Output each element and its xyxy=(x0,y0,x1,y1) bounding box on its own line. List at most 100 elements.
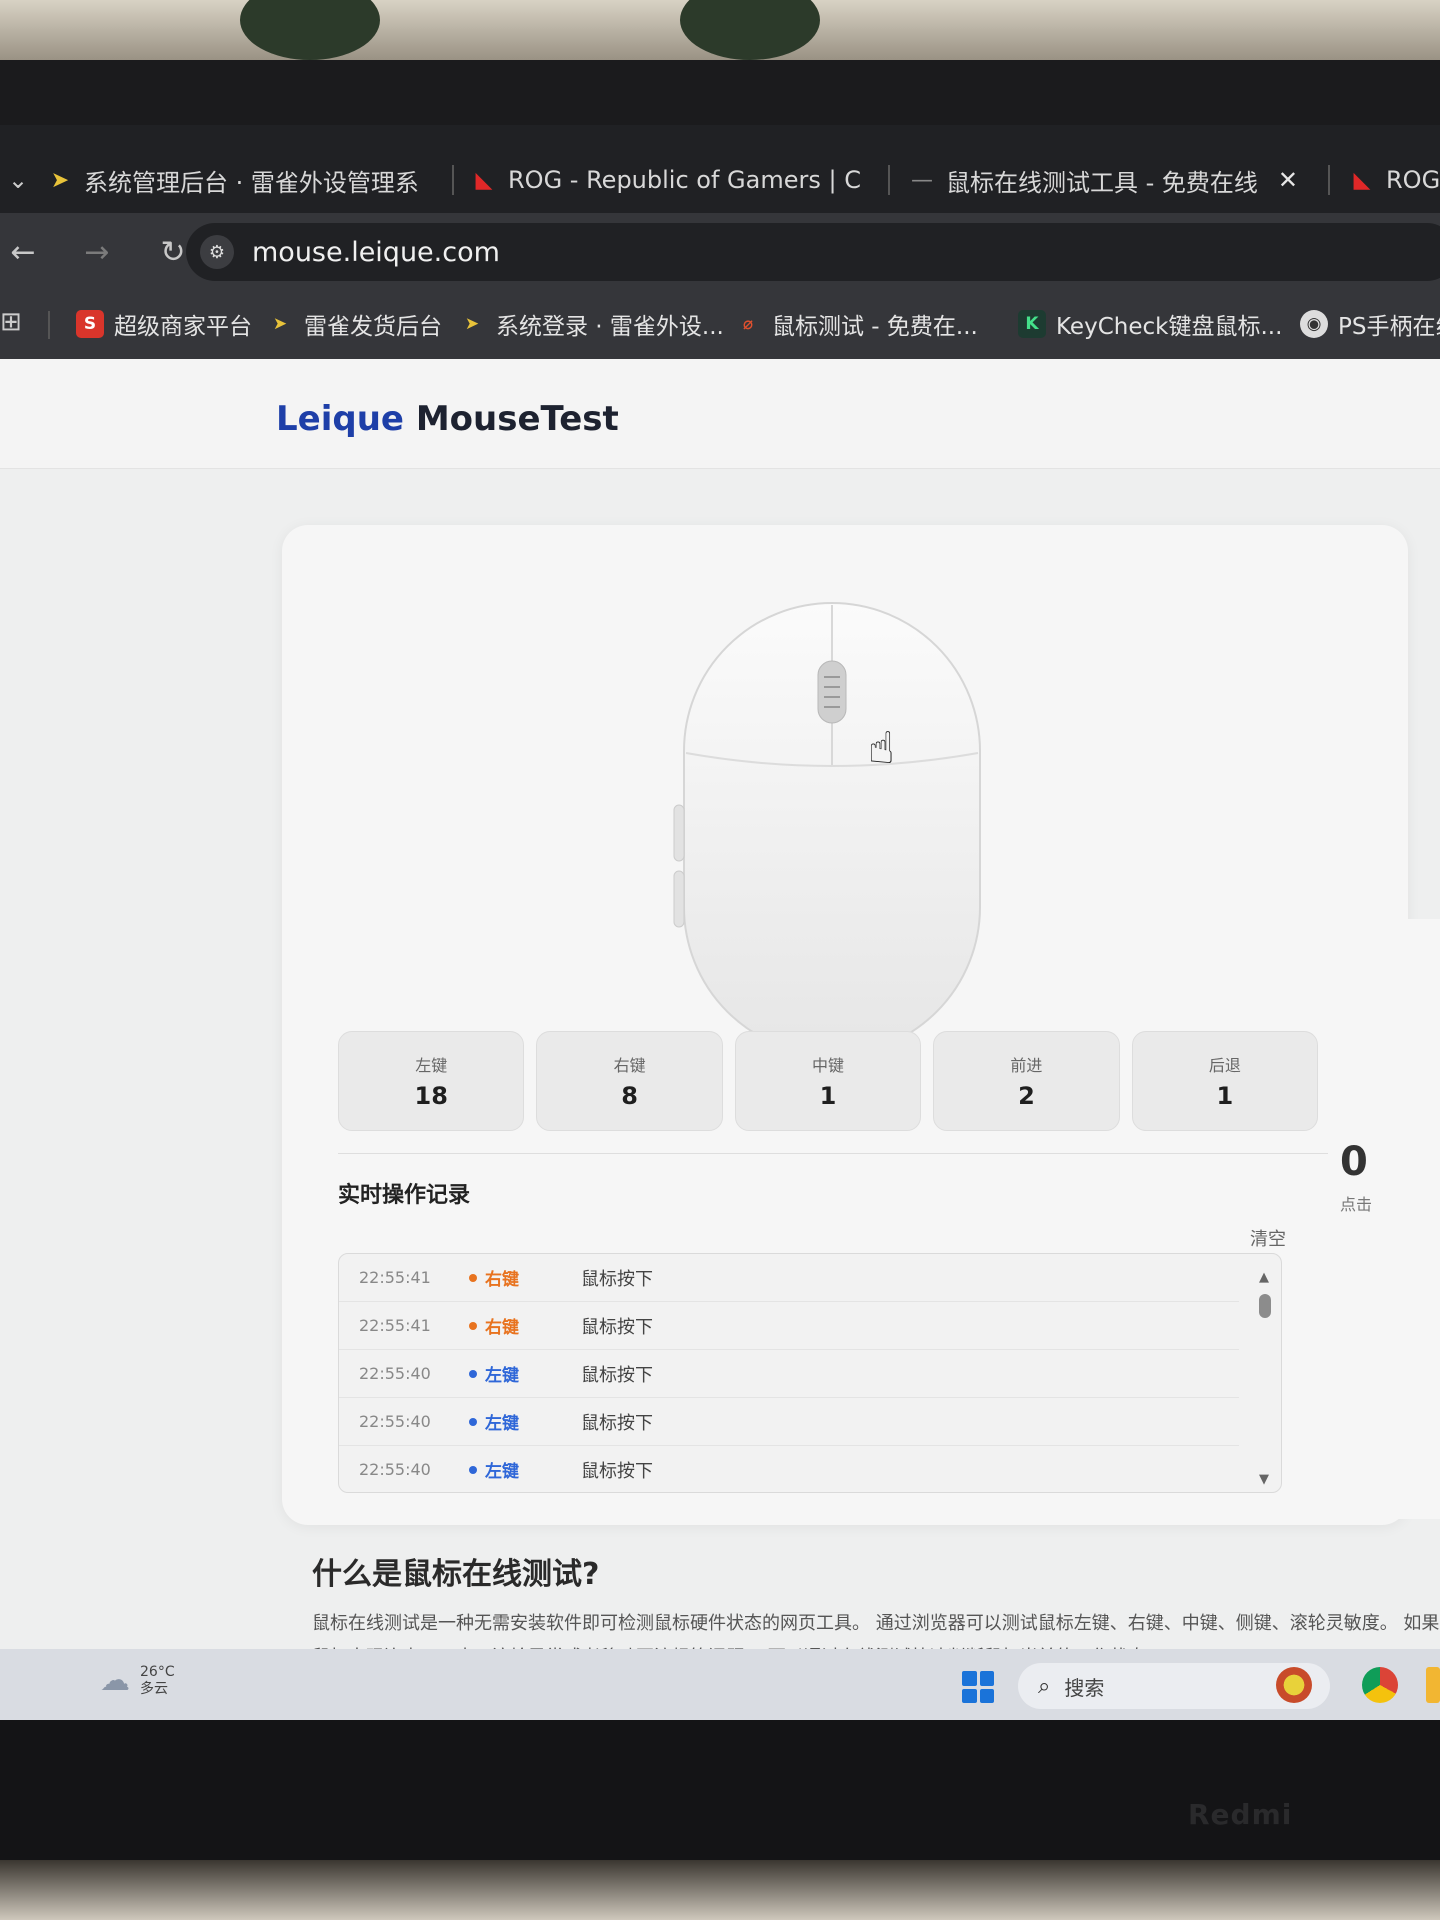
rog-icon: ◣ xyxy=(1353,167,1371,193)
mouse-test-card: ☝ 左键 18 右键 8 中键 1 前进 2 后退 1 实时操作记录 清空 22… xyxy=(282,525,1408,1525)
rog-icon: ◣ xyxy=(475,167,493,193)
log-time: 22:55:41 xyxy=(359,1316,431,1335)
back-arrow-icon[interactable]: ← xyxy=(0,235,46,270)
log-row: 22:55:40 左键 鼠标按下 xyxy=(339,1446,1239,1492)
stat-label: 右键 xyxy=(613,1056,646,1075)
windows-taskbar: ☁ 26°C 多云 ⌕ 搜索 xyxy=(0,1649,1440,1720)
bookmark-label: KeyCheck键盘鼠标... xyxy=(1056,314,1283,340)
address-bar[interactable]: ⚙ mouse.leique.com xyxy=(186,223,1440,281)
tab-divider xyxy=(452,165,454,195)
clear-log-button[interactable]: 清空 xyxy=(1250,1225,1286,1251)
chrome-icon[interactable] xyxy=(1362,1667,1398,1703)
side-button-forward[interactable] xyxy=(673,804,685,862)
button-stats: 左键 18 右键 8 中键 1 前进 2 后退 1 xyxy=(338,1031,1319,1131)
bookmark-item[interactable]: ➤ 雷雀发货后台 xyxy=(266,307,442,341)
weather-temperature: 26°C xyxy=(140,1663,175,1680)
log-key: 右键 xyxy=(485,1270,519,1290)
mouse-graphic: ☝ xyxy=(673,602,981,1056)
leique-icon: ➤ xyxy=(272,314,288,334)
stat-value: 1 xyxy=(1216,1082,1234,1110)
tab-list-dropdown[interactable]: ⌄ xyxy=(0,155,40,205)
bookmarks-bar: ⊞ S 超级商家平台 ➤ 雷雀发货后台 ➤ 系统登录 · 雷雀外设... ⌀ 鼠… xyxy=(0,291,1440,359)
stat-value: 2 xyxy=(1018,1082,1035,1110)
mouse-illustration[interactable]: ☝ xyxy=(672,595,992,1065)
scroll-down-arrow-icon[interactable]: ▼ xyxy=(1259,1472,1269,1487)
stat-label: 前进 xyxy=(1010,1056,1043,1075)
search-label: 搜索 xyxy=(1064,1675,1105,1700)
tab-divider xyxy=(888,165,890,195)
tab-admin[interactable]: ➤ 系统管理后台 · 雷雀外设管理系 ✕ xyxy=(48,155,438,205)
stat-left-button: 左键 18 xyxy=(338,1031,525,1131)
url-text[interactable]: mouse.leique.com xyxy=(252,237,500,268)
browser-toolbar: ← → ↻ ⚙ mouse.leique.com xyxy=(0,213,1440,291)
log-time: 22:55:40 xyxy=(359,1364,431,1383)
tab-rog-2[interactable]: ◣ ROG xyxy=(1350,155,1440,205)
bookmark-label: 鼠标测试 - 免费在... xyxy=(772,314,978,340)
tab-title: ROG - Republic of Gamers | C xyxy=(508,166,861,194)
bookmark-label: 系统登录 · 雷雀外设... xyxy=(496,314,724,340)
section-divider xyxy=(338,1153,1328,1154)
stat-label: 左键 xyxy=(415,1056,448,1075)
cloud-icon: ☁ xyxy=(100,1663,130,1698)
bookmark-item[interactable]: ➤ 系统登录 · 雷雀外设... xyxy=(458,307,724,341)
log-key: 左键 xyxy=(485,1414,519,1434)
side-panel-label: 点击 xyxy=(1340,1195,1373,1214)
log-action: 鼠标按下 xyxy=(581,1316,653,1338)
status-dot xyxy=(469,1273,477,1282)
desk-surface xyxy=(0,1860,1440,1920)
log-action: 鼠标按下 xyxy=(581,1460,653,1482)
file-explorer-icon[interactable] xyxy=(1426,1667,1440,1703)
log-time: 22:55:40 xyxy=(359,1412,431,1431)
windows-start-icon[interactable] xyxy=(962,1671,994,1703)
browser-tab-bar: ⌄ ➤ 系统管理后台 · 雷雀外设管理系 ✕ ◣ ROG - Republic … xyxy=(0,125,1440,213)
log-row: 22:55:40 左键 鼠标按下 xyxy=(339,1350,1239,1398)
bookmark-divider xyxy=(48,311,50,339)
ps-icon: ◉ xyxy=(1300,310,1328,338)
logo-brand: Leique xyxy=(276,399,404,439)
close-icon[interactable]: ✕ xyxy=(1278,166,1298,194)
laptop-brand-logo: Redmi xyxy=(1188,1798,1293,1831)
tab-rog[interactable]: ◣ ROG - Republic of Gamers | C ✕ xyxy=(472,155,872,205)
apps-grid-icon[interactable]: ⊞ xyxy=(0,307,22,337)
side-panel-value: 0 xyxy=(1340,1139,1368,1185)
section-heading: 什么是鼠标在线测试? xyxy=(312,1557,600,1592)
scroll-up-arrow-icon[interactable]: ▲ xyxy=(1259,1270,1269,1285)
scroll-wheel[interactable] xyxy=(817,660,847,724)
stat-value: 18 xyxy=(414,1082,448,1110)
log-title: 实时操作记录 xyxy=(338,1183,471,1208)
log-key: 左键 xyxy=(485,1366,519,1386)
scrollbar-thumb[interactable] xyxy=(1259,1294,1271,1318)
log-action: 鼠标按下 xyxy=(581,1268,653,1290)
side-button-back[interactable] xyxy=(673,870,685,928)
stat-label: 中键 xyxy=(812,1056,845,1075)
stat-label: 后退 xyxy=(1208,1056,1241,1075)
weather-condition: 多云 xyxy=(140,1680,168,1697)
tab-mouse-test-active[interactable]: — 鼠标在线测试工具 - 免费在线 ✕ xyxy=(910,155,1320,205)
bookmark-label: 雷雀发货后台 xyxy=(304,314,442,340)
search-icon: ⌕ xyxy=(1038,1673,1051,1699)
tab-divider xyxy=(1328,165,1330,195)
bookmark-item[interactable]: ⌀ 鼠标测试 - 免费在... xyxy=(734,307,978,341)
forward-arrow-icon[interactable]: → xyxy=(74,235,120,270)
bookmark-item[interactable]: S 超级商家平台 xyxy=(76,307,252,341)
log-time: 22:55:41 xyxy=(359,1268,431,1287)
site-logo[interactable]: Leique MouseTest xyxy=(276,399,619,439)
stat-back-button: 后退 1 xyxy=(1131,1031,1319,1131)
bookmark-item[interactable]: ◉ PS手柄在线 xyxy=(1300,307,1440,341)
log-row: 22:55:40 左键 鼠标按下 xyxy=(339,1398,1239,1446)
game-app-icon[interactable] xyxy=(1276,1667,1312,1703)
section-paragraph: 鼠标在线测试是一种无需安装软件即可检测鼠标硬件状态的网页工具。 通过浏览器可以测… xyxy=(312,1613,1440,1649)
event-log[interactable]: 22:55:41 右键 鼠标按下 22:55:41 右键 鼠标按下 22:55:… xyxy=(338,1253,1282,1493)
stat-value: 1 xyxy=(819,1082,837,1110)
stat-right-button: 右键 8 xyxy=(536,1031,723,1131)
weather-widget[interactable]: ☁ 26°C 多云 xyxy=(100,1663,175,1698)
side-panel-card: 0 点击 xyxy=(1332,919,1440,1519)
log-key: 右键 xyxy=(485,1318,519,1338)
bookmark-label: PS手柄在线 xyxy=(1338,314,1440,340)
site-settings-icon[interactable]: ⚙ xyxy=(200,235,234,269)
stat-middle-button: 中键 1 xyxy=(734,1031,922,1131)
stat-value: 8 xyxy=(621,1082,638,1110)
tab-loading-icon: — xyxy=(911,167,933,193)
bookmark-item[interactable]: K KeyCheck键盘鼠标... xyxy=(1018,307,1282,341)
log-row: 22:55:41 右键 鼠标按下 xyxy=(339,1302,1239,1350)
